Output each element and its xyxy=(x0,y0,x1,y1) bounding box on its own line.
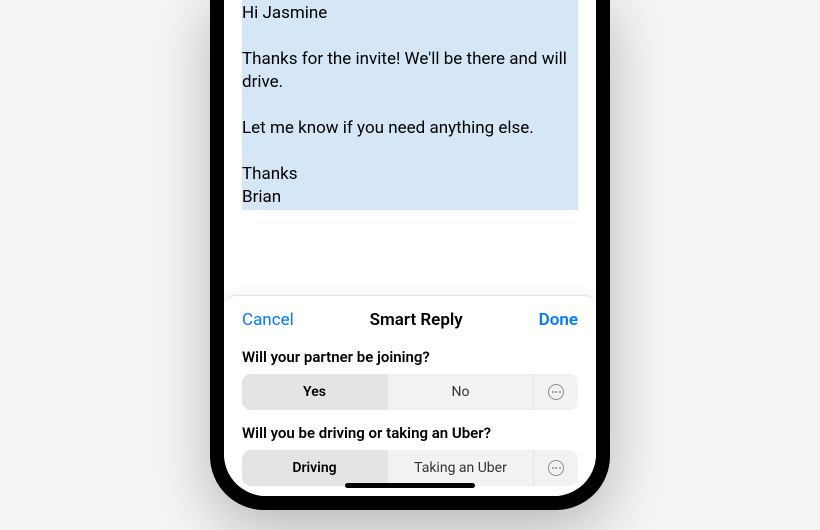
email-greeting: Hi Jasmine xyxy=(242,2,578,25)
question-1-prompt: Will your partner be joining? xyxy=(242,348,578,366)
question-2-options: Driving Taking an Uber xyxy=(242,450,578,486)
question-1-more-button[interactable] xyxy=(534,374,578,410)
sheet-title: Smart Reply xyxy=(370,310,463,330)
done-button[interactable]: Done xyxy=(539,310,578,330)
question-1-option-no[interactable]: No xyxy=(388,374,534,410)
email-line-1: Thanks for the invite! We'll be there an… xyxy=(242,48,578,94)
question-2-prompt: Will you be driving or taking an Uber? xyxy=(242,424,578,442)
phone-frame: Hi Jasmine Thanks for the invite! We'll … xyxy=(210,0,610,510)
question-2-option-driving[interactable]: Driving xyxy=(242,450,388,486)
home-indicator[interactable] xyxy=(345,483,475,488)
email-line-2: Let me know if you need anything else. xyxy=(242,117,578,140)
question-2-more-button[interactable] xyxy=(534,450,578,486)
question-1-options: Yes No xyxy=(242,374,578,410)
question-block-1: Will your partner be joining? Yes No xyxy=(224,344,596,420)
cancel-button[interactable]: Cancel xyxy=(242,310,294,330)
phone-screen: Hi Jasmine Thanks for the invite! We'll … xyxy=(224,0,596,496)
sheet-header: Cancel Smart Reply Done xyxy=(224,296,596,344)
question-1-option-yes[interactable]: Yes xyxy=(242,374,388,410)
ellipsis-icon xyxy=(548,460,564,476)
email-content: Hi Jasmine Thanks for the invite! We'll … xyxy=(224,0,596,295)
email-sender: Brian xyxy=(242,186,578,209)
ellipsis-icon xyxy=(548,384,564,400)
smart-reply-sheet: Cancel Smart Reply Done Will your partne… xyxy=(224,295,596,496)
question-2-option-uber[interactable]: Taking an Uber xyxy=(388,450,534,486)
email-highlighted-text[interactable]: Hi Jasmine Thanks for the invite! We'll … xyxy=(242,0,578,210)
email-signoff: Thanks xyxy=(242,163,578,186)
